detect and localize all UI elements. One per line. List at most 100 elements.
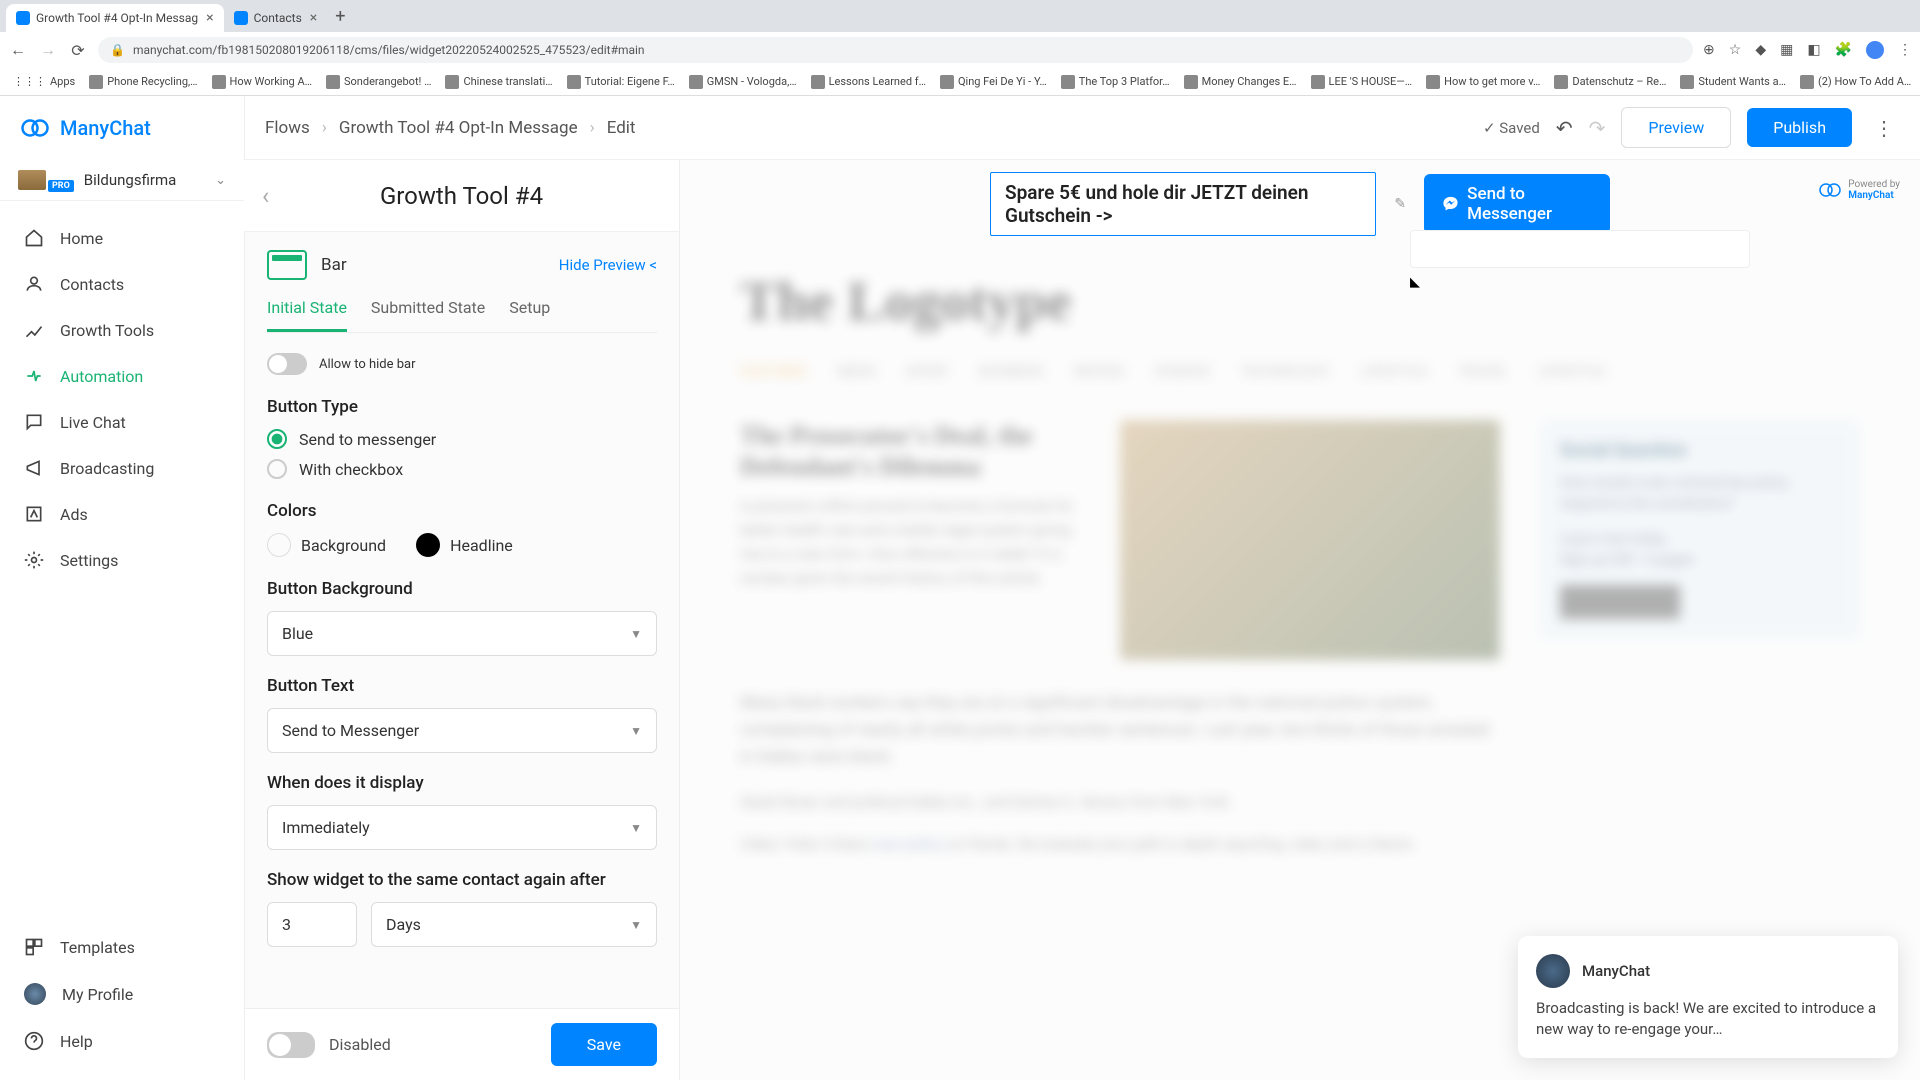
bookmark[interactable]: GMSN - Vologda,… [684, 75, 802, 89]
radio-with-checkbox[interactable]: With checkbox [267, 459, 657, 479]
saved-status: ✓ Saved [1483, 119, 1540, 137]
nav-growth-tools[interactable]: Growth Tools [0, 307, 244, 353]
tab-setup[interactable]: Setup [509, 298, 550, 332]
bookmark[interactable]: Qing Fei De Yi - Y… [935, 75, 1052, 89]
bookmark[interactable]: ⋮⋮⋮Apps [8, 75, 80, 88]
save-button[interactable]: Save [551, 1023, 657, 1066]
sidebar: ManyChat PRO Bildungsfirma ⌄ Home Contac… [0, 96, 245, 1080]
radio-send-messenger[interactable]: Send to messenger [267, 429, 657, 449]
forward-icon[interactable]: → [38, 40, 58, 60]
nav-templates[interactable]: Templates [0, 924, 244, 970]
bookmark-icon [1680, 75, 1694, 89]
nav-profile[interactable]: My Profile [0, 970, 244, 1018]
powered-by[interactable]: Powered byManyChat [1818, 178, 1900, 202]
show-again-unit[interactable]: Days▼ [371, 902, 657, 947]
bookmark[interactable]: (2) How To Add A… [1795, 75, 1916, 89]
crumb-item[interactable]: Growth Tool #4 Opt-In Message [339, 118, 578, 138]
nav-help[interactable]: Help [0, 1018, 244, 1064]
close-icon[interactable]: × [206, 10, 213, 26]
button-text-select[interactable]: Send to Messenger▼ [267, 708, 657, 753]
url-input[interactable]: 🔒 manychat.com/fb198150208019206118/cms/… [98, 37, 1693, 63]
pencil-icon[interactable]: ✎ [1394, 196, 1406, 212]
notification-sender: ManyChat [1582, 962, 1650, 980]
swatch-icon [267, 533, 291, 557]
button-bg-label: Button Background [267, 579, 657, 599]
browser-tab-active[interactable]: Growth Tool #4 Opt-In Messag × [6, 4, 224, 32]
nav-contacts[interactable]: Contacts [0, 261, 244, 307]
publish-button[interactable]: Publish [1747, 108, 1852, 147]
bookmark[interactable]: LEE 'S HOUSE—… [1306, 75, 1418, 89]
bookmark[interactable]: How to get more v… [1421, 75, 1545, 89]
bookmark-icon [689, 75, 703, 89]
new-tab-button[interactable]: + [335, 6, 345, 27]
undo-icon[interactable]: ↶ [1556, 116, 1573, 140]
tab-initial-state[interactable]: Initial State [267, 298, 347, 332]
reload-icon[interactable]: ⟳ [68, 41, 88, 60]
logo[interactable]: ManyChat [0, 96, 244, 160]
extension-icon[interactable]: ▦ [1780, 42, 1793, 58]
bookmark[interactable]: Sonderangebot! … [321, 75, 436, 89]
star-icon[interactable]: ☆ [1729, 42, 1742, 58]
bookmark[interactable]: Phone Recycling,… [84, 75, 202, 89]
notification-toast[interactable]: ManyChat Broadcasting is back! We are ex… [1518, 936, 1898, 1058]
allow-hide-toggle[interactable] [267, 353, 307, 375]
bookmark[interactable]: Tutorial: Eigene F… [562, 75, 680, 89]
bookmark[interactable]: The Top 3 Platfor… [1056, 75, 1175, 89]
more-icon[interactable]: ⋮ [1868, 116, 1900, 140]
send-messenger-button[interactable]: Send to Messenger [1424, 174, 1610, 234]
nav-automation[interactable]: Automation [0, 353, 244, 399]
widget-bar-preview: Spare 5€ und hole dir JETZT deinen Gutsc… [990, 172, 1610, 236]
button-bg-select[interactable]: Blue▼ [267, 611, 657, 656]
browser-tab[interactable]: Contacts × [224, 4, 328, 32]
nav-livechat[interactable]: Live Chat [0, 399, 244, 445]
chevron-right-icon: › [590, 118, 595, 138]
when-display-label: When does it display [267, 773, 657, 793]
panel-title: Growth Tool #4 [380, 182, 543, 210]
puzzle-icon[interactable]: 🧩 [1835, 42, 1852, 58]
preview-button[interactable]: Preview [1621, 107, 1731, 148]
bookmark[interactable]: Student Wants a… [1675, 75, 1791, 89]
bookmark[interactable]: Lessons Learned f… [806, 75, 931, 89]
when-display-select[interactable]: Immediately▼ [267, 805, 657, 850]
notification-body: Broadcasting is back! We are excited to … [1536, 998, 1880, 1040]
widget-type-label: Bar [321, 255, 347, 275]
contacts-icon [24, 274, 44, 294]
back-button[interactable]: ‹ [262, 182, 269, 210]
hide-preview-link[interactable]: Hide Preview < [559, 256, 657, 274]
color-background[interactable]: Background [267, 533, 386, 557]
templates-icon [24, 937, 44, 957]
crumb-flows[interactable]: Flows [265, 118, 310, 138]
menu-icon[interactable]: ⋮ [1898, 42, 1912, 58]
ads-icon [24, 504, 44, 524]
avatar-icon [1536, 954, 1570, 988]
bookmark[interactable]: Money Changes E… [1179, 75, 1302, 89]
color-headline[interactable]: Headline [416, 533, 513, 557]
bookmark-icon [940, 75, 954, 89]
nav-home[interactable]: Home [0, 215, 244, 261]
account-switcher[interactable]: PRO Bildungsfirma ⌄ [0, 160, 244, 201]
panel-body: Bar Hide Preview < Initial State Submitt… [245, 232, 679, 1008]
show-again-number[interactable]: 3 [267, 902, 357, 947]
zoom-icon[interactable]: ⊕ [1703, 42, 1715, 58]
bookmark-icon [89, 75, 103, 89]
allow-hide-row: Allow to hide bar [267, 353, 657, 375]
swatch-icon [416, 533, 440, 557]
nav-settings[interactable]: Settings [0, 537, 244, 583]
bookmark-icon [1426, 75, 1440, 89]
favicon-icon [234, 11, 248, 25]
extension-icon[interactable]: ◆ [1755, 42, 1766, 58]
chevron-down-icon: ▼ [630, 627, 642, 641]
avatar-icon[interactable] [1866, 41, 1884, 59]
back-icon[interactable]: ← [8, 40, 28, 60]
enable-toggle[interactable] [267, 1032, 315, 1058]
broadcast-icon [24, 458, 44, 478]
bookmark[interactable]: How Working A… [207, 75, 317, 89]
close-icon[interactable]: × [310, 10, 317, 26]
extension-icon[interactable]: ◧ [1807, 42, 1820, 58]
bookmark[interactable]: Datenschutz – Re… [1549, 75, 1671, 89]
bookmark[interactable]: Chinese translati… [440, 75, 557, 89]
nav-ads[interactable]: Ads [0, 491, 244, 537]
widget-headline-input[interactable]: Spare 5€ und hole dir JETZT deinen Gutsc… [990, 172, 1376, 236]
tab-submitted-state[interactable]: Submitted State [371, 298, 485, 332]
nav-broadcasting[interactable]: Broadcasting [0, 445, 244, 491]
